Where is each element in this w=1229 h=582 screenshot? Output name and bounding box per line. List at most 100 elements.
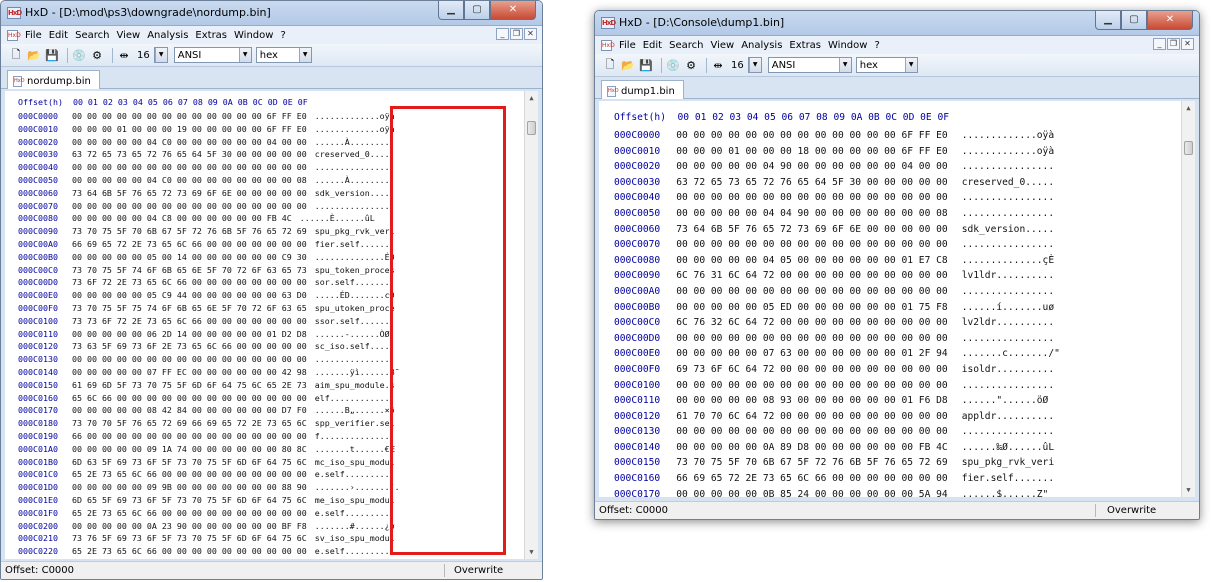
row-text[interactable]: appldr.......... [962,409,1054,425]
hex-row[interactable]: 000C00A0 66 69 65 72 2E 73 65 6C 66 00 00… [18,238,400,251]
row-hex-bytes[interactable]: 73 76 5F 69 73 6F 5F 73 70 75 5F 6D 6F 6… [72,532,307,545]
row-text[interactable]: sdk_version..... [962,222,1054,238]
open-ram-icon[interactable]: ⚙ [684,59,698,72]
row-text[interactable]: lv1ldr.......... [962,268,1054,284]
hex-row[interactable]: 000C00F0 73 70 75 5F 75 74 6F 6B 65 6E 5F… [18,302,400,315]
row-hex-bytes[interactable]: 73 70 75 5F 75 74 6F 6B 65 6E 5F 70 72 6… [72,302,307,315]
hex-row[interactable]: 000C0110 00 00 00 00 00 06 2D 14 00 00 00… [18,328,400,341]
row-text[interactable]: ..............çÈ [962,253,1054,269]
row-hex-bytes[interactable]: 73 64 6B 5F 76 65 72 73 69 6F 6E 00 00 0… [676,222,947,238]
row-text[interactable]: .............oÿà [315,110,395,123]
hex-row[interactable]: 000C01C0 65 2E 73 65 6C 66 00 00 00 00 00… [18,468,400,481]
row-hex-bytes[interactable]: 00 00 00 00 00 00 00 00 00 00 00 00 00 0… [676,424,947,440]
open-folder-icon[interactable]: 📂 [621,59,635,72]
hex-row[interactable]: 000C00D0 00 00 00 00 00 00 00 00 00 00 00… [614,331,1060,347]
row-text[interactable]: ......À......... [315,174,395,187]
hex-row[interactable]: 000C0120 73 63 5F 69 73 6F 2E 73 65 6C 66… [18,340,400,353]
hex-row[interactable]: 000C0060 73 64 6B 5F 76 65 72 73 69 6F 6E… [614,222,1060,238]
row-text[interactable]: sdk_version..... [315,187,395,200]
maximize-button[interactable]: ▢ [1121,11,1147,30]
row-hex-bytes[interactable]: 00 00 00 00 00 04 C0 00 00 00 00 00 00 0… [72,174,307,187]
row-text[interactable]: ssor.self....... [315,315,395,328]
row-hex-bytes[interactable]: 69 73 6F 6C 64 72 00 00 00 00 00 00 00 0… [676,362,947,378]
menu-help[interactable]: ? [280,30,285,41]
row-hex-bytes[interactable]: 00 00 00 00 00 09 1A 74 00 00 00 00 00 0… [72,443,307,456]
row-text[interactable]: .....ÉD.......cÐ [315,289,395,302]
menu-edit[interactable]: Edit [49,30,68,41]
hex-row[interactable]: 000C0000 00 00 00 00 00 00 00 00 00 00 00… [18,110,400,123]
hex-row[interactable]: 000C0080 00 00 00 00 00 04 05 00 00 00 00… [614,253,1060,269]
row-text[interactable]: .......#......¿ø [315,520,395,533]
hex-editor-area[interactable]: Offset(h) 00 01 02 03 04 05 06 07 08 09 … [5,91,538,559]
row-text[interactable]: .......c......./" [962,346,1060,362]
row-hex-bytes[interactable]: 00 00 00 00 00 00 00 00 00 00 00 00 00 0… [676,331,947,347]
mdi-restore-button[interactable]: ❐ [1167,38,1180,50]
hex-row[interactable]: 000C0090 6C 76 31 6C 64 72 00 00 00 00 00… [614,268,1060,284]
hex-row[interactable]: 000C0010 00 00 00 01 00 00 00 19 00 00 00… [18,123,400,136]
row-hex-bytes[interactable]: 66 69 65 72 2E 73 65 6C 66 00 00 00 00 0… [676,471,947,487]
row-hex-bytes[interactable]: 00 00 00 00 00 00 00 00 00 00 00 00 00 0… [72,353,307,366]
document-menu-icon[interactable]: HxD [601,39,615,51]
display-mode-select[interactable]: hex ▼ [855,57,918,73]
row-text[interactable]: ..............É0 [315,251,395,264]
hex-row[interactable]: 000C0040 00 00 00 00 00 00 00 00 00 00 00… [18,161,400,174]
row-hex-bytes[interactable]: 73 70 75 5F 70 6B 67 5F 72 76 6B 5F 76 6… [72,225,307,238]
hex-row[interactable]: 000C0000 00 00 00 00 00 00 00 00 00 00 00… [614,128,1060,144]
scroll-down-arrow[interactable]: ▼ [1182,483,1195,497]
row-text[interactable]: spu_utoken_proce [315,302,395,315]
row-hex-bytes[interactable]: 00 00 00 00 00 00 00 00 00 00 00 00 00 0… [72,200,307,213]
row-text[interactable]: ................ [962,159,1054,175]
row-text[interactable]: ......‰Ø......ûL [962,440,1054,456]
row-text[interactable]: .............oÿà [962,128,1054,144]
hex-row[interactable]: 000C0030 63 72 65 73 65 72 76 65 64 5F 30… [18,148,400,161]
row-hex-bytes[interactable]: 00 00 00 00 00 04 C0 00 00 00 00 00 00 0… [72,136,307,149]
row-text[interactable]: ......-......ÒØ [315,328,390,341]
hex-row[interactable]: 000C01E0 6D 65 5F 69 73 6F 5F 73 70 75 5F… [18,494,400,507]
hex-row[interactable]: 000C0160 66 69 65 72 2E 73 65 6C 66 00 00… [614,471,1060,487]
hex-row[interactable]: 000C01F0 65 2E 73 65 6C 66 00 00 00 00 00… [18,507,400,520]
save-icon[interactable]: 💾 [639,59,653,72]
mdi-restore-button[interactable]: ❐ [510,28,523,40]
hex-row[interactable]: 000C0050 00 00 00 00 00 04 04 90 00 00 00… [614,206,1060,222]
row-text[interactable]: ................ [962,331,1054,347]
row-text[interactable]: me_iso_spu_modul [315,494,395,507]
row-hex-bytes[interactable]: 00 00 00 00 00 00 00 00 00 00 00 00 00 0… [676,237,947,253]
menu-help[interactable]: ? [874,40,879,51]
row-text[interactable]: lv2ldr.......... [962,315,1054,331]
row-hex-bytes[interactable]: 00 00 00 00 00 0B 85 24 00 00 00 00 00 0… [676,487,947,497]
row-text[interactable]: mc_iso_spu_modul [315,456,395,469]
hex-row[interactable]: 000C00D0 73 6F 72 2E 73 65 6C 66 00 00 00… [18,276,400,289]
open-disk-icon[interactable]: 💿 [72,49,86,62]
row-hex-bytes[interactable]: 00 00 00 00 00 00 00 00 00 00 00 00 00 0… [676,190,947,206]
row-text[interactable]: ................ [962,190,1054,206]
hex-row[interactable]: 000C0220 65 2E 73 65 6C 66 00 00 00 00 00… [18,545,400,558]
hex-row[interactable]: 000C0020 00 00 00 00 00 04 C0 00 00 00 00… [18,136,400,149]
row-text[interactable]: ......È......ûL [300,212,375,225]
row-hex-bytes[interactable]: 00 00 00 00 00 08 42 84 00 00 00 00 00 0… [72,404,307,417]
row-text[interactable]: ................ [315,161,395,174]
open-ram-icon[interactable]: ⚙ [90,49,104,62]
row-text[interactable]: sor.self........ [315,276,395,289]
scroll-thumb[interactable] [1184,141,1193,155]
row-text[interactable]: ................ [962,284,1054,300]
close-button[interactable]: ✕ [1147,11,1193,30]
title-bar[interactable]: HxD HxD - [D:\mod\ps3\downgrade\nordump.… [1,1,542,26]
hex-row[interactable]: 000C0170 00 00 00 00 00 0B 85 24 00 00 00… [614,487,1060,497]
row-hex-bytes[interactable]: 66 69 65 72 2E 73 65 6C 66 00 00 00 00 0… [72,238,307,251]
hex-row[interactable]: 000C0140 00 00 00 00 00 0A 89 D8 00 00 00… [614,440,1060,456]
row-hex-bytes[interactable]: 00 00 00 00 00 0A 89 D8 00 00 00 00 00 0… [676,440,947,456]
hex-row[interactable]: 000C0180 73 70 70 5F 76 65 72 69 66 69 65… [18,417,400,430]
menu-analysis[interactable]: Analysis [147,30,188,41]
hex-row[interactable]: 000C0110 00 00 00 00 00 08 93 00 00 00 00… [614,393,1060,409]
hex-row[interactable]: 000C00C0 6C 76 32 6C 64 72 00 00 00 00 00… [614,315,1060,331]
row-hex-bytes[interactable]: 00 00 00 00 00 04 04 90 00 00 00 00 00 0… [676,206,947,222]
bytes-per-row-select[interactable]: ▼ [153,47,168,63]
row-hex-bytes[interactable]: 65 2E 73 65 6C 66 00 00 00 00 00 00 00 0… [72,507,307,520]
row-hex-bytes[interactable]: 61 69 6D 5F 73 70 75 5F 6D 6F 64 75 6C 6… [72,379,307,392]
row-text[interactable]: ................ [962,424,1054,440]
row-hex-bytes[interactable]: 73 70 75 5F 74 6F 6B 65 6E 5F 70 72 6F 6… [72,264,307,277]
row-hex-bytes[interactable]: 73 63 5F 69 73 6F 2E 73 65 6C 66 00 00 0… [72,340,307,353]
row-text[interactable]: elf............. [315,392,395,405]
row-hex-bytes[interactable]: 73 70 70 5F 76 65 72 69 66 69 65 72 2E 7… [72,417,307,430]
row-hex-bytes[interactable]: 00 00 00 00 00 0A 23 90 00 00 00 00 00 0… [72,520,307,533]
